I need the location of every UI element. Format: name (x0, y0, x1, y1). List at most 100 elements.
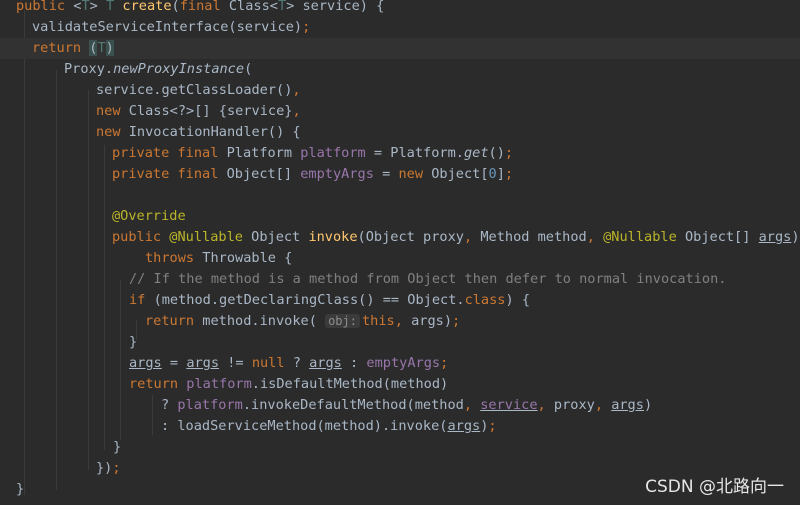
code-token: args (129, 355, 162, 371)
code-line[interactable]: private final Platform platform = Platfo… (0, 143, 800, 164)
code-line[interactable]: return method.invoke( obj: this, args); (0, 311, 800, 332)
code-token: platform (177, 397, 243, 413)
code-token: new (398, 166, 432, 182)
code-token: 0 (488, 166, 497, 182)
code-line[interactable]: } (0, 332, 800, 353)
code-token: ] (496, 166, 505, 182)
code-token: args (447, 418, 481, 434)
code-token: ; (112, 460, 121, 476)
code-token: Object[] (684, 229, 759, 245)
code-token: private final (112, 145, 227, 161)
code-token: , (537, 397, 554, 413)
code-line[interactable]: // If the method is a method from Object… (0, 269, 800, 290)
code-token: args (186, 355, 220, 371)
code-token: Object[ (431, 166, 489, 182)
code-token: ; (504, 166, 514, 182)
code-line[interactable]: service.getClassLoader(), (0, 80, 800, 101)
code-token: > (89, 0, 107, 14)
code-token: , (394, 313, 412, 329)
code-token: ; (452, 313, 461, 329)
code-token: public (16, 0, 74, 14)
code-token: .isDefaultMethod(method) (251, 376, 449, 392)
code-token: ? (292, 355, 310, 371)
code-token: T (106, 0, 123, 14)
code-token: , (463, 229, 481, 245)
code-token: // If the method is a method from Object… (129, 271, 727, 287)
code-token: platform (186, 376, 252, 392)
code-token: , (586, 229, 604, 245)
code-token: newProxyInstance (113, 61, 245, 77)
csdn-watermark: CSDN @北路向一 (645, 477, 784, 497)
code-token: final (179, 0, 229, 14)
code-token: } (113, 439, 122, 455)
code-line[interactable]: new Class<?>[] {service}, (0, 101, 800, 122)
code-token: emptyArgs (366, 355, 441, 371)
current-code-line[interactable]: return (T) (0, 38, 800, 59)
code-token: create (122, 0, 172, 14)
code-token: T (81, 0, 90, 14)
code-token: = Platform. (373, 145, 464, 161)
code-token: = (161, 355, 187, 371)
code-token: , (292, 82, 301, 98)
code-token: .invokeDefaultMethod(method (242, 397, 464, 413)
code-token: new (96, 103, 129, 119)
code-line[interactable]: return platform.isDefaultMethod(method) (0, 374, 800, 395)
code-token: ; (488, 418, 497, 434)
code-line[interactable]: new InvocationHandler() { (0, 122, 800, 143)
code-token: this (361, 313, 395, 329)
code-line[interactable]: ? platform.invokeDefaultMethod(method, s… (0, 395, 800, 416)
code-token: Class<?>[] {service} (128, 103, 293, 119)
code-token: @Nullable (603, 229, 685, 245)
code-token: , (594, 397, 612, 413)
code-token: proxy (553, 397, 595, 413)
code-token: args (611, 397, 644, 413)
code-line[interactable]: if (method.getDeclaringClass() == Object… (0, 290, 800, 311)
code-token: : (341, 355, 367, 371)
code-token: args (309, 355, 342, 371)
code-token: if (129, 292, 154, 308)
code-token: invoke (308, 229, 358, 245)
code-line[interactable]: public @Nullable Object invoke(Object pr… (0, 227, 800, 248)
code-line[interactable]: : loadServiceMethod(method).invoke(args)… (0, 416, 800, 437)
code-token: ; (504, 145, 514, 161)
code-token: Proxy. (64, 61, 114, 77)
code-token: , (463, 397, 481, 413)
code-line[interactable]: throws Throwable { (0, 248, 800, 269)
code-token: Throwable { (202, 250, 293, 266)
code-token: public (112, 229, 170, 245)
code-token: Object[] (226, 166, 301, 182)
code-token: method.invoke( (202, 313, 326, 329)
code-token: emptyArgs (300, 166, 383, 182)
code-token: () (488, 145, 505, 161)
code-editor[interactable]: public <T> T create(final Class<T> servi… (0, 0, 800, 505)
code-line[interactable]: args = args != null ? args : emptyArgs; (0, 353, 800, 374)
code-token: , (292, 103, 301, 119)
code-token: ; (440, 355, 449, 371)
code-line[interactable]: Proxy.newProxyInstance( (0, 59, 800, 80)
code-token: args) (411, 313, 453, 329)
code-line[interactable]: public <T> T create(final Class<T> servi… (0, 0, 800, 17)
code-token: new (96, 124, 129, 140)
code-line[interactable]: private final Object[] emptyArgs = new O… (0, 164, 800, 185)
code-token: T (277, 0, 287, 14)
code-token: ) (791, 229, 800, 245)
code-token: @Nullable (169, 229, 252, 245)
code-token: ( (244, 61, 253, 77)
code-token: get (463, 145, 489, 161)
code-line[interactable]: } (0, 437, 800, 458)
code-line[interactable]: @Override (0, 206, 800, 227)
code-token: > service) { (286, 0, 385, 14)
code-token: ) { (505, 292, 531, 308)
code-line[interactable] (0, 185, 800, 206)
code-token: return (129, 376, 187, 392)
code-line[interactable]: validateServiceInterface(service); (0, 17, 800, 38)
code-token: ; (302, 19, 311, 35)
parameter-hint: obj: (325, 314, 360, 328)
code-token: platform (300, 145, 374, 161)
code-token: private final (112, 166, 227, 182)
code-token: } (129, 334, 138, 350)
code-token: T (97, 40, 106, 56)
code-token: ? (161, 397, 178, 413)
code-token: validateServiceInterface(service) (32, 19, 303, 35)
code-token: (method.getDeclaringClass() == Object. (153, 292, 465, 308)
